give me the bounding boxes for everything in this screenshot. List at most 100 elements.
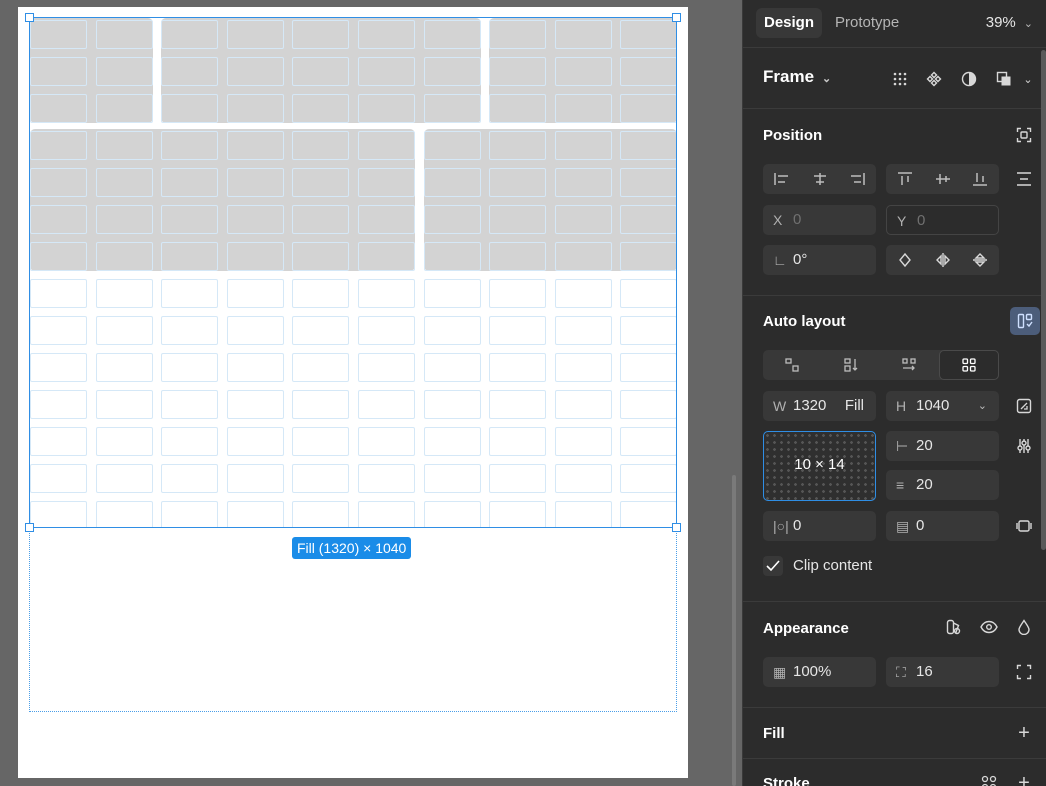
rotation-field[interactable]: ∟ 0° bbox=[763, 245, 876, 275]
horizontal-padding-value: 0 bbox=[793, 517, 802, 534]
frame-label: Frame bbox=[763, 67, 815, 86]
opacity-icon: ▦ bbox=[773, 664, 787, 680]
horizontal-padding-icon: |○| bbox=[773, 518, 789, 534]
row-gap-field[interactable]: ≡ 20 bbox=[886, 470, 999, 500]
layout-horizontal-icon[interactable] bbox=[880, 350, 939, 380]
y-position-field[interactable]: Y 0 bbox=[886, 205, 999, 235]
blend-mode-drop-icon[interactable] bbox=[1011, 614, 1037, 640]
align-bottom-icon[interactable] bbox=[961, 164, 999, 194]
align-top-icon[interactable] bbox=[886, 164, 924, 194]
flip-horizontal-icon[interactable] bbox=[924, 245, 962, 275]
grid-size-label: 10 × 14 bbox=[794, 456, 845, 473]
properties-panel: Design Prototype 39% ⌄ Frame ⌄ ⌄ Position bbox=[742, 0, 1046, 786]
corner-radius-field[interactable]: ⛶ 16 bbox=[886, 657, 999, 687]
layout-vertical-icon[interactable] bbox=[822, 350, 881, 380]
stroke-styles-icon[interactable] bbox=[976, 770, 1002, 786]
component-icon[interactable] bbox=[921, 66, 947, 92]
x-label: X bbox=[773, 212, 783, 228]
align-center-h-icon[interactable] bbox=[801, 164, 839, 194]
tab-design[interactable]: Design bbox=[756, 8, 823, 38]
resize-to-fit-icon[interactable] bbox=[1011, 393, 1037, 419]
fill-title: Fill bbox=[763, 725, 785, 742]
rotation-value: 0° bbox=[793, 251, 808, 268]
stroke-title: Stroke bbox=[763, 775, 810, 786]
vertical-align-group bbox=[886, 164, 999, 194]
grid-picker[interactable]: 10 × 14 bbox=[763, 431, 876, 501]
canvas-scrollbar[interactable] bbox=[732, 475, 736, 786]
boolean-icon[interactable] bbox=[991, 66, 1017, 92]
position-title: Position bbox=[763, 127, 823, 144]
width-label: W bbox=[773, 398, 787, 414]
auto-layout-section: Auto layout W 1320 Fill H 1040 ⌄ 10 × 14… bbox=[743, 297, 1046, 602]
layout-free-icon[interactable] bbox=[763, 350, 822, 380]
clip-content-label: Clip content bbox=[793, 557, 873, 574]
chevron-down-icon: ⌄ bbox=[977, 400, 987, 412]
appearance-title: Appearance bbox=[763, 620, 849, 637]
add-fill-plus-icon[interactable]: + bbox=[1011, 720, 1037, 746]
resize-handle-bottom-left[interactable] bbox=[25, 523, 34, 532]
tab-prototype[interactable]: Prototype bbox=[827, 8, 907, 38]
focus-frame-icon[interactable] bbox=[1011, 122, 1037, 148]
stroke-section: Stroke + bbox=[743, 760, 1046, 786]
row-gap-icon: ≡ bbox=[896, 477, 905, 493]
align-middle-v-icon[interactable] bbox=[924, 164, 962, 194]
zoom-dropdown[interactable]: 39% ⌄ bbox=[986, 8, 1033, 38]
column-gap-field[interactable]: ⊢ 20 bbox=[886, 431, 999, 461]
layout-direction-group bbox=[763, 350, 999, 380]
align-left-icon[interactable] bbox=[763, 164, 801, 194]
width-mode: Fill bbox=[844, 397, 864, 414]
vertical-padding-field[interactable]: ▤ 0 bbox=[886, 511, 999, 541]
align-right-icon[interactable] bbox=[838, 164, 876, 194]
eye-icon[interactable] bbox=[976, 614, 1002, 640]
mask-icon[interactable] bbox=[956, 66, 982, 92]
column-gap-icon: ⊢ bbox=[896, 438, 909, 454]
fill-section: Fill + bbox=[743, 709, 1046, 759]
angle-icon: ∟ bbox=[773, 252, 787, 268]
y-label: Y bbox=[897, 213, 907, 229]
frame-type-dropdown[interactable]: Frame ⌄ bbox=[763, 67, 831, 87]
opacity-field[interactable]: ▦ 100% bbox=[763, 657, 876, 687]
x-position-field[interactable]: X 0 bbox=[763, 205, 876, 235]
add-stroke-plus-icon[interactable]: + bbox=[1011, 770, 1037, 786]
row-gap-value: 20 bbox=[916, 476, 933, 493]
styles-icon[interactable] bbox=[941, 614, 967, 640]
chevron-down-icon: ⌄ bbox=[822, 73, 832, 85]
chevron-down-icon[interactable]: ⌄ bbox=[1015, 66, 1041, 92]
layout-grid-icon[interactable] bbox=[938, 350, 999, 380]
transform-group bbox=[886, 245, 999, 275]
resize-handle-top-left[interactable] bbox=[25, 13, 34, 22]
selection-box[interactable] bbox=[29, 17, 677, 528]
height-field[interactable]: H 1040 ⌄ bbox=[886, 391, 999, 421]
chevron-down-icon: ⌄ bbox=[1023, 18, 1033, 30]
flip-vertical-icon[interactable] bbox=[961, 245, 999, 275]
panel-scrollbar[interactable] bbox=[1041, 50, 1046, 550]
corner-radius-icon: ⛶ bbox=[896, 664, 906, 680]
resize-handle-bottom-right[interactable] bbox=[672, 523, 681, 532]
height-value: 1040 bbox=[916, 397, 950, 414]
vertical-padding-icon: ▤ bbox=[896, 518, 910, 534]
vertical-padding-value: 0 bbox=[916, 517, 925, 534]
distribute-icon[interactable] bbox=[1011, 166, 1037, 192]
panel-tabs: Design Prototype 39% ⌄ bbox=[743, 0, 1046, 48]
resize-handle-top-right[interactable] bbox=[672, 13, 681, 22]
y-value: 0 bbox=[917, 212, 926, 229]
x-value: 0 bbox=[793, 211, 802, 228]
check-icon bbox=[766, 560, 780, 572]
individual-padding-icon[interactable] bbox=[1011, 513, 1037, 539]
independent-corners-icon[interactable] bbox=[1011, 659, 1037, 685]
appearance-section: Appearance ▦ 100% ⛶ 16 bbox=[743, 603, 1046, 708]
grid-dots-icon[interactable] bbox=[887, 66, 913, 92]
corner-radius-value: 16 bbox=[916, 663, 933, 680]
width-field[interactable]: W 1320 Fill bbox=[763, 391, 876, 421]
width-value: 1320 bbox=[793, 397, 827, 414]
design-canvas[interactable]: Fill (1320) × 1040 bbox=[0, 0, 742, 786]
horizontal-padding-field[interactable]: |○| 0 bbox=[763, 511, 876, 541]
clip-content-checkbox[interactable] bbox=[763, 556, 783, 576]
settings-sliders-icon[interactable] bbox=[1011, 433, 1037, 459]
opacity-value: 100% bbox=[793, 663, 832, 680]
rotate-icon[interactable] bbox=[886, 245, 924, 275]
auto-layout-title: Auto layout bbox=[763, 313, 846, 330]
horizontal-align-group bbox=[763, 164, 876, 194]
layout-guide-icon[interactable] bbox=[1010, 307, 1040, 335]
frame-section: Frame ⌄ ⌄ bbox=[743, 49, 1046, 109]
